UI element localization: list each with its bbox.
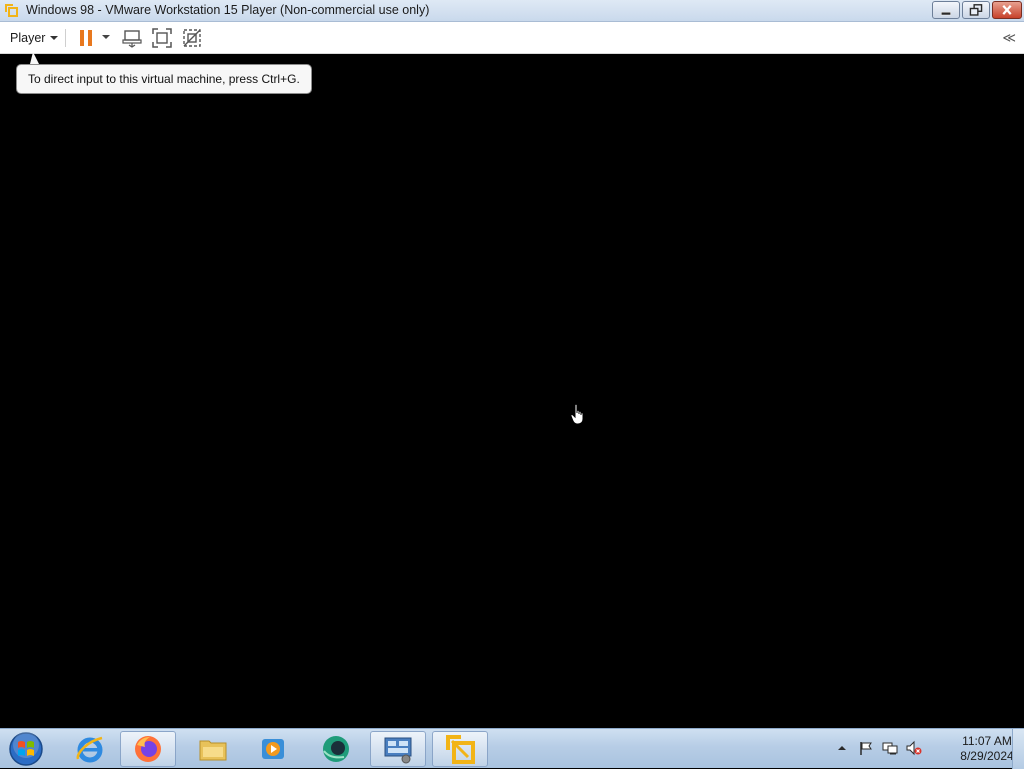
unity-button[interactable] (181, 27, 203, 49)
firefox-icon (135, 736, 161, 762)
taskbar-app-file-explorer[interactable] (185, 731, 241, 767)
action-center-flag-icon[interactable] (858, 740, 874, 756)
restore-icon (969, 4, 983, 16)
collapse-toolbar-button[interactable]: ≪ (1002, 30, 1016, 46)
unity-icon (183, 29, 201, 47)
hand-cursor-icon (570, 404, 584, 425)
taskbar-app-control-panel[interactable] (370, 731, 426, 767)
minimize-icon (941, 11, 951, 16)
fullscreen-button[interactable] (151, 27, 173, 49)
player-toolbar: Player ≪ (0, 22, 1024, 54)
show-desktop-button[interactable] (1012, 729, 1024, 769)
taskbar-app-green[interactable] (308, 731, 364, 767)
toolbar-divider (65, 29, 66, 47)
taskbar-app-media-player[interactable] (245, 731, 301, 767)
show-hidden-icons-arrow-icon[interactable] (834, 740, 850, 756)
window-controls (930, 1, 1022, 20)
pause-dropdown-chevron-icon[interactable] (102, 35, 110, 39)
green-app-icon (323, 736, 349, 762)
pause-button[interactable] (75, 27, 97, 49)
send-ctrl-alt-del-button[interactable] (121, 27, 143, 49)
control-panel-icon (384, 737, 412, 764)
volume-muted-icon[interactable] (906, 740, 922, 756)
media-player-icon (262, 739, 284, 759)
restore-button[interactable] (962, 1, 990, 19)
pause-icon (80, 30, 92, 46)
send-ctrl-alt-del-icon (122, 30, 142, 48)
windows-taskbar: 11:07 AM 8/29/2024 (0, 728, 1024, 769)
input-hint-tooltip: To direct input to this virtual machine,… (16, 64, 312, 94)
internet-explorer-icon (76, 736, 103, 763)
taskbar-app-firefox[interactable] (120, 731, 176, 767)
window-title: Windows 98 - VMware Workstation 15 Playe… (26, 3, 430, 17)
player-menu-button[interactable]: Player (6, 28, 62, 48)
virtual-machine-display[interactable] (0, 55, 1024, 728)
player-menu-label: Player (10, 31, 46, 45)
fullscreen-icon (152, 28, 172, 48)
tooltip-pointer (30, 52, 39, 64)
windows-start-orb-icon (9, 732, 43, 766)
window-titlebar[interactable]: Windows 98 - VMware Workstation 15 Playe… (0, 0, 1024, 22)
file-explorer-icon (199, 740, 227, 761)
close-icon (1002, 4, 1012, 15)
chevron-down-icon (50, 36, 59, 40)
taskbar-app-internet-explorer[interactable] (62, 731, 118, 767)
minimize-button[interactable] (932, 1, 960, 19)
taskbar-app-vmware-player[interactable] (432, 731, 488, 767)
start-button[interactable] (6, 730, 46, 768)
system-tray: 11:07 AM 8/29/2024 (834, 729, 1024, 769)
vmware-player-icon (446, 735, 475, 764)
network-icon[interactable] (882, 740, 898, 756)
vmware-logo-icon (5, 4, 18, 17)
close-button[interactable] (992, 1, 1022, 19)
